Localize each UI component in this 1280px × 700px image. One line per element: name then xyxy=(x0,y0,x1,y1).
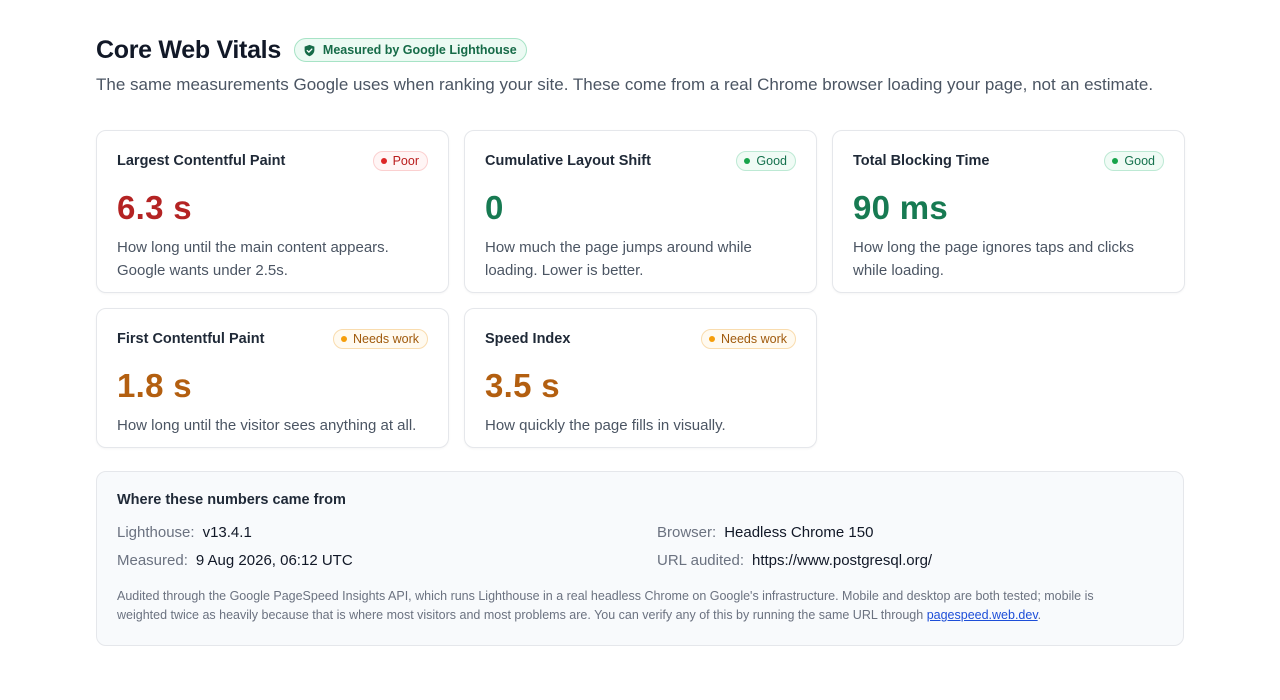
measured-date: Measured: 9 Aug 2026, 06:12 UTC xyxy=(117,552,353,569)
core-web-vitals-section: Core Web Vitals Measured by Google Light… xyxy=(96,30,1185,646)
status-label: Needs work xyxy=(353,332,419,346)
lighthouse-badge: Measured by Google Lighthouse xyxy=(293,38,527,62)
url-value: https://www.postgresql.org/ xyxy=(752,552,933,569)
source-title: Where these numbers came from xyxy=(117,492,346,508)
status-label: Good xyxy=(1124,154,1155,168)
metric-value: 3.5 s xyxy=(485,367,560,404)
check-shield-icon xyxy=(304,44,315,56)
metric-value: 0 xyxy=(485,189,504,226)
browser-key: Browser: xyxy=(657,524,717,541)
status-label: Needs work xyxy=(721,332,787,346)
metric-description: How much the page jumps around while loa… xyxy=(485,239,752,279)
metric-description: How long until the visitor sees anything… xyxy=(117,417,417,434)
metric-label: Largest Contentful Paint xyxy=(117,153,286,169)
measured-key: Measured: xyxy=(117,552,188,569)
status-badge: Good xyxy=(1104,151,1164,171)
metric-card-tbt: Total Blocking Time Good 90 ms How long … xyxy=(832,130,1185,293)
browser-info: Browser: Headless Chrome 150 xyxy=(657,524,873,541)
browser-value: Headless Chrome 150 xyxy=(724,524,874,541)
header: Core Web Vitals Measured by Google Light… xyxy=(96,30,1184,70)
status-dot-icon xyxy=(341,336,347,342)
metric-label: Total Blocking Time xyxy=(853,153,990,169)
metric-value: 6.3 s xyxy=(117,189,192,226)
page-subtitle: The same measurements Google uses when r… xyxy=(96,75,1154,94)
badge-label: Measured by Google Lighthouse xyxy=(322,43,517,57)
lighthouse-value: v13.4.1 xyxy=(202,524,252,541)
metric-description: How quickly the page fills in visually. xyxy=(485,417,726,434)
measured-value: 9 Aug 2026, 06:12 UTC xyxy=(195,552,353,569)
pagespeed-link[interactable]: pagespeed.web.dev xyxy=(927,608,1038,622)
page-title: Core Web Vitals xyxy=(96,35,281,64)
metric-description: How long until the main content appears.… xyxy=(117,239,389,279)
metric-label: First Contentful Paint xyxy=(117,331,265,347)
status-dot-icon xyxy=(744,158,751,164)
source-note: Audited through the Google PageSpeed Ins… xyxy=(117,587,1137,625)
lighthouse-version: Lighthouse: v13.4.1 xyxy=(117,524,252,541)
metric-card-fcp: First Contentful Paint Needs work 1.8 s … xyxy=(96,308,449,448)
url-key: URL audited: xyxy=(657,552,744,569)
metric-description: How long the page ignores taps and click… xyxy=(853,239,1135,279)
metric-value: 90 ms xyxy=(853,189,949,226)
note-end: . xyxy=(1037,608,1042,622)
status-dot-icon xyxy=(709,336,715,342)
status-label: Good xyxy=(756,154,787,168)
status-badge: Good xyxy=(736,151,796,171)
status-dot-icon xyxy=(1112,158,1119,164)
lighthouse-key: Lighthouse: xyxy=(117,524,195,541)
source-panel: Where these numbers came from Lighthouse… xyxy=(96,471,1184,646)
status-badge: Needs work xyxy=(701,329,796,349)
status-badge: Needs work xyxy=(333,329,428,349)
metric-value: 1.8 s xyxy=(117,367,192,404)
url-audited: URL audited: https://www.postgresql.org/ xyxy=(657,552,932,569)
status-label: Poor xyxy=(392,154,419,168)
metric-card-cls: Cumulative Layout Shift Good 0 How much … xyxy=(464,130,817,293)
status-badge: Poor xyxy=(372,151,428,171)
metric-label: Speed Index xyxy=(485,331,571,347)
metric-label: Cumulative Layout Shift xyxy=(485,153,651,169)
metric-card-si: Speed Index Needs work 3.5 s How quickly… xyxy=(464,308,817,448)
status-dot-icon xyxy=(380,158,387,164)
metric-card-lcp: Largest Contentful Paint Poor 6.3 s How … xyxy=(96,130,449,293)
